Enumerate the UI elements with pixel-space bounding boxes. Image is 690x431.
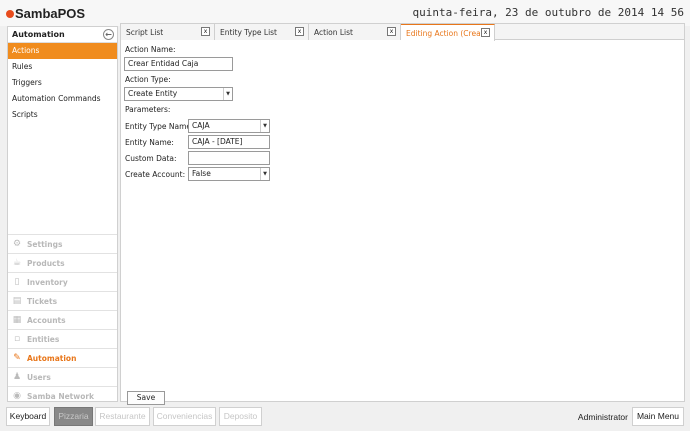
nav-label: Settings (27, 239, 63, 249)
tab-entity-type-list[interactable]: Entity Type List x (215, 24, 309, 40)
logo-dot-icon (6, 9, 14, 18)
tab-label: Entity Type List (220, 27, 278, 37)
main-content: Script List x Entity Type List x Action … (120, 23, 685, 405)
department-deposito-button[interactable]: Deposito (219, 407, 262, 426)
entity-type-name-value: CAJA (192, 121, 210, 130)
back-arrow-icon[interactable]: ← (103, 29, 114, 40)
nav-label: Entities (27, 334, 60, 344)
tab-label: Script List (126, 27, 164, 37)
close-icon[interactable]: x (481, 28, 490, 37)
coffee-cup-icon: ☕ (12, 258, 22, 268)
nav-label: Users (27, 372, 51, 382)
nav-tickets[interactable]: ▤ Tickets (8, 291, 117, 310)
chevron-down-icon: ▼ (260, 168, 269, 180)
entities-icon: ▫ (13, 334, 21, 344)
sidebar: Automation ← Actions Rules Triggers Auto… (7, 26, 118, 402)
nav-products[interactable]: ☕ Products (8, 253, 117, 272)
action-name-input[interactable]: Crear Entidad Caja (124, 57, 233, 71)
department-pizzaria-button[interactable]: Pizzaria (54, 407, 93, 426)
nav-accounts[interactable]: ▦ Accounts (8, 310, 117, 329)
close-icon[interactable]: x (295, 27, 304, 36)
nav-label: Samba Network (27, 391, 95, 401)
users-icon: ♟ (12, 372, 22, 382)
chevron-down-icon: ▼ (260, 120, 269, 132)
date-time: quinta-feira, 23 de outubro de 2014 14 5… (412, 6, 684, 19)
main-menu-button[interactable]: Main Menu (632, 407, 684, 426)
globe-icon: ◉ (13, 391, 21, 401)
entity-type-name-select[interactable]: CAJA ▼ (188, 119, 270, 133)
tab-script-list[interactable]: Script List x (121, 24, 215, 40)
tab-action-list[interactable]: Action List x (309, 24, 401, 40)
sidebar-item-automation-commands[interactable]: Automation Commands (8, 91, 117, 107)
sidebar-item-scripts[interactable]: Scripts (8, 107, 117, 123)
entity-type-name-label: Entity Type Name: (125, 122, 194, 131)
create-account-label: Create Account: (125, 170, 186, 179)
tab-bar: Script List x Entity Type List x Action … (121, 24, 684, 41)
sidebar-item-rules[interactable]: Rules (8, 59, 117, 75)
save-button[interactable]: Save (127, 391, 165, 405)
nav-label: Products (27, 258, 65, 268)
nav-samba-network[interactable]: ◉ Samba Network (8, 386, 117, 405)
action-name-label: Action Name: (125, 45, 176, 54)
bottom-bar: Keyboard Pizzaria Restaurante Convenienc… (0, 404, 690, 431)
parameters-label: Parameters: (125, 105, 171, 114)
entity-name-label: Entity Name: (125, 138, 174, 147)
nav-users[interactable]: ♟ Users (8, 367, 117, 386)
nav-label: Automation (27, 353, 77, 363)
inventory-icon: ▯ (14, 277, 20, 287)
chevron-down-icon: ▼ (223, 88, 232, 100)
sidebar-item-actions[interactable]: Actions (8, 43, 117, 59)
close-icon[interactable]: x (387, 27, 396, 36)
pen-icon: ✎ (13, 353, 21, 363)
nav-automation[interactable]: ✎ Automation (8, 348, 117, 367)
main-navigation: ⚙ Settings ☕ Products ▯ Inventory ▤ Tick… (8, 234, 117, 405)
tab-label: Action List (314, 27, 353, 37)
sidebar-item-triggers[interactable]: Triggers (8, 75, 117, 91)
nav-settings[interactable]: ⚙ Settings (8, 234, 117, 253)
app-logo: SambaPOS (6, 6, 85, 21)
keyboard-button[interactable]: Keyboard (6, 407, 50, 426)
action-type-select[interactable]: Create Entity ▼ (124, 87, 233, 101)
gear-icon: ⚙ (12, 239, 22, 249)
action-type-value: Create Entity (128, 89, 178, 98)
nav-label: Tickets (27, 296, 58, 306)
current-user: Administrator (577, 412, 628, 422)
create-account-value: False (192, 169, 211, 178)
nav-inventory[interactable]: ▯ Inventory (8, 272, 117, 291)
nav-entities[interactable]: ▫ Entities (8, 329, 117, 348)
tab-editing-action[interactable]: Editing Action (Crear x (401, 24, 495, 41)
calculator-icon: ▦ (12, 315, 22, 325)
custom-data-label: Custom Data: (125, 154, 177, 163)
create-account-select[interactable]: False ▼ (188, 167, 270, 181)
sidebar-header: Automation ← (8, 27, 117, 43)
action-type-label: Action Type: (125, 75, 171, 84)
custom-data-input[interactable] (188, 151, 270, 165)
close-icon[interactable]: x (201, 27, 210, 36)
tab-label: Editing Action (Crear (406, 28, 480, 38)
tickets-icon: ▤ (12, 296, 22, 306)
entity-name-input[interactable]: CAJA - [DATE] (188, 135, 270, 149)
logo-text: SambaPOS (15, 6, 86, 21)
sidebar-title: Automation (12, 30, 65, 39)
department-restaurante-button[interactable]: Restaurante (95, 407, 150, 426)
nav-label: Inventory (27, 277, 68, 287)
nav-label: Accounts (27, 315, 66, 325)
department-conveniencias-button[interactable]: Conveniencias (153, 407, 216, 426)
